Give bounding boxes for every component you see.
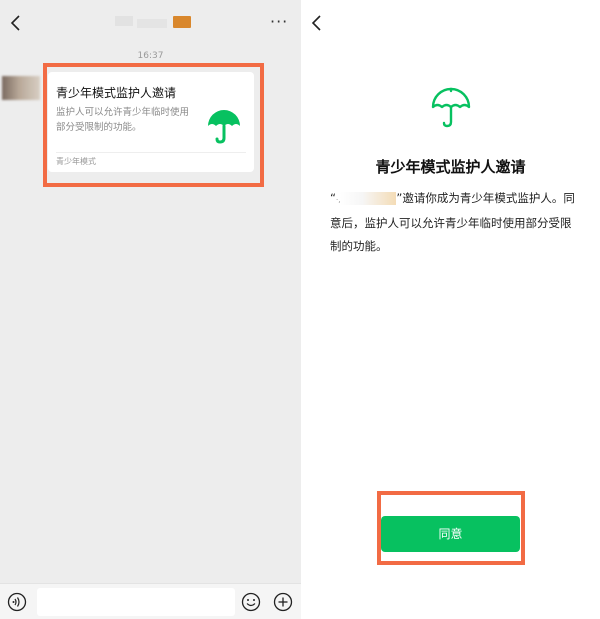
back-arrow-icon[interactable] (6, 12, 26, 34)
avatar[interactable] (2, 76, 40, 100)
card-highlight-frame (43, 63, 264, 187)
emoji-icon[interactable] (241, 592, 261, 612)
chat-title-blurred (115, 16, 195, 30)
agree-button[interactable]: 同意 (381, 516, 520, 552)
inviter-name-blurred (340, 192, 397, 205)
message-input[interactable] (37, 588, 235, 616)
back-arrow-icon[interactable] (307, 12, 327, 34)
more-dots-icon[interactable]: ··· (270, 14, 292, 32)
umbrella-icon (431, 87, 471, 128)
voice-icon[interactable] (7, 592, 27, 612)
add-icon[interactable] (273, 592, 293, 612)
invite-description: “·, ”邀请你成为青少年模式监护人。同意后，监护人可以允许青少年临时使用部分受限… (330, 187, 576, 258)
chat-header: ··· (0, 0, 301, 46)
message-timestamp: 16:37 (137, 51, 164, 61)
page-title: 青少年模式监护人邀请 (375, 158, 526, 176)
chat-input-bar (0, 583, 301, 619)
